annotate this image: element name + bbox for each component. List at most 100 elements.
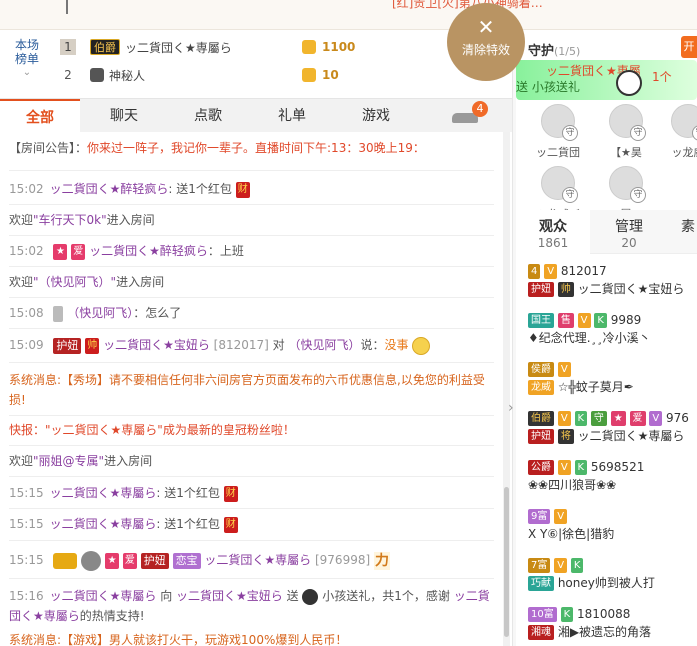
love-badge: 恋宝 bbox=[172, 552, 201, 569]
rank-label[interactable]: 本场 榜单 ⌄ bbox=[12, 38, 42, 80]
message-username[interactable]: "丽姐@专属" bbox=[33, 454, 104, 468]
gift-text: 小孩送礼，共1个，感谢 bbox=[322, 589, 450, 603]
rank-username[interactable]: 神秘人 bbox=[109, 67, 145, 84]
audience-list: 4 V 812017 护妞 帅 ッ二貨団く★宝妞ら 国王 售 V K 9989 … bbox=[516, 254, 697, 646]
audience-row-name[interactable]: 巧献 honey帅到被人打 bbox=[528, 574, 697, 592]
chevron-right-icon[interactable]: › bbox=[508, 400, 514, 416]
audience-row[interactable]: 9富 V bbox=[528, 507, 697, 525]
rank-coins: 10 bbox=[322, 68, 339, 82]
fan-badge: 护妞 bbox=[528, 282, 554, 297]
message-time: 15:15 bbox=[9, 553, 44, 567]
message-username[interactable]: ッ二貨団く★醉轻疯ら bbox=[50, 182, 169, 196]
message-username[interactable]: ッ二貨団く★専屬ら bbox=[204, 553, 311, 567]
chat-scrollbar[interactable] bbox=[503, 132, 510, 646]
gift-message: 15:16 ッ二貨団く★専屬ら 向 ッ二貨団く★宝妞ら 送 小孩送礼，共1个，感谢… bbox=[9, 586, 494, 626]
red-envelope-icon: 财 bbox=[235, 181, 250, 198]
chevron-down-icon[interactable]: ⌄ bbox=[12, 66, 42, 80]
message-username[interactable]: ッ二貨団く★宝妞ら bbox=[103, 338, 210, 352]
guard-avatar[interactable]: 守 【★昊 bbox=[602, 104, 650, 160]
tab-more-label: 素 bbox=[681, 219, 695, 235]
audience-row-name[interactable]: X Y⑥|徐色|猎豹 bbox=[528, 525, 697, 543]
audience-username: honey帅到被人打 bbox=[557, 576, 655, 590]
guard-icon: 帅 bbox=[557, 282, 574, 297]
message-username[interactable]: ッ二貨団く★醉轻疯ら bbox=[89, 244, 208, 258]
fan-badge: 护妞 bbox=[140, 552, 169, 569]
chat-message: 欢迎"车行天下0k"进入房间 bbox=[9, 210, 494, 230]
news-user[interactable]: "ッ二貨団く★専屬ら" bbox=[45, 423, 163, 437]
scrollbar-thumb[interactable] bbox=[504, 487, 509, 637]
audience-row[interactable]: 7富 V K bbox=[528, 556, 697, 574]
audience-username: 湘▶被遗忘的角落 bbox=[557, 625, 652, 639]
message-target[interactable]: （快见阿飞） bbox=[289, 338, 361, 352]
tab-games[interactable]: 游戏 bbox=[336, 99, 416, 133]
k-icon: K bbox=[574, 411, 588, 426]
tab-admins[interactable]: 管理 20 bbox=[592, 210, 666, 254]
avatar: 守 bbox=[541, 166, 578, 203]
message-username[interactable]: ッ二貨団く★専屬ら bbox=[50, 517, 157, 531]
message-username[interactable]: ッ二貨団く★専屬ら bbox=[50, 589, 157, 603]
star-icon: ★ bbox=[53, 243, 68, 260]
audience-row[interactable]: 公爵 V K 5698521 bbox=[528, 458, 697, 476]
rank-coins: 1100 bbox=[322, 40, 356, 54]
message-username[interactable]: （快见阿飞） bbox=[67, 306, 133, 320]
audience-row-name[interactable]: 湘魂 湘▶被遗忘的角落 bbox=[528, 623, 697, 641]
car-count-badge: 4 bbox=[472, 101, 488, 117]
vip-icon: V bbox=[544, 264, 558, 279]
message-username[interactable]: "（快见阿飞）" bbox=[33, 275, 116, 289]
message-connector: 送 bbox=[286, 589, 299, 603]
audience-row-name[interactable]: ♦纪念代理.¸¸冷小溪丶 bbox=[528, 329, 697, 347]
vip-icon: V bbox=[554, 509, 568, 524]
chat-message: 15:15 ッ二貨団く★専屬ら: 送1个红包 财 bbox=[9, 514, 494, 534]
rank-username[interactable]: ッ二貨団く★専屬ら bbox=[125, 39, 232, 56]
level-badge: 10富 bbox=[528, 607, 557, 622]
clear-effects-button[interactable]: ✕ 清除特效 bbox=[447, 3, 525, 81]
audience-username: ♦纪念代理.¸¸冷小溪丶 bbox=[528, 331, 651, 345]
divider bbox=[9, 297, 494, 298]
audience-row[interactable]: 伯爵 V K 守 ★ 爱 V 976 bbox=[528, 409, 697, 427]
rank-row[interactable]: 1 伯爵 ッ二貨団く★専屬ら 1100 bbox=[60, 34, 500, 60]
tab-song-request[interactable]: 点歌 bbox=[168, 99, 248, 133]
open-guard-button[interactable]: 开 bbox=[681, 36, 697, 58]
message-time: 15:08 bbox=[9, 306, 44, 320]
tab-all[interactable]: 全部 bbox=[0, 99, 80, 133]
tab-gift-list[interactable]: 礼单 bbox=[252, 99, 332, 133]
chat-message: 15:15 ★ 爱 护妞 恋宝 ッ二貨団く★専屬ら [976998] 力 bbox=[9, 550, 494, 571]
news-message: 快报："ッ二貨団く★専屬ら"成为最新的皇冠粉丝啦！ bbox=[9, 420, 494, 440]
guard-title-text: 守护 bbox=[528, 44, 555, 59]
vip-icon: V bbox=[554, 558, 568, 573]
message-text: 力 bbox=[373, 551, 390, 570]
heart-icon: 爱 bbox=[629, 411, 646, 426]
rank-panel: 本场 榜单 ⌄ 1 伯爵 ッ二貨団く★専屬ら 1100 2 神秘人 10 bbox=[0, 30, 512, 92]
audience-row[interactable]: 10富 K 1810088 bbox=[528, 605, 697, 623]
audience-username: X Y⑥|徐色|猎豹 bbox=[528, 527, 615, 541]
audience-row-name[interactable]: ❀❀四川狼哥❀❀ bbox=[528, 476, 697, 494]
tab-audience[interactable]: 观众 1861 bbox=[516, 210, 590, 254]
tab-more[interactable]: 素 bbox=[668, 210, 697, 254]
level-badge: 国王 bbox=[528, 313, 554, 328]
guard-avatar[interactable]: 守 ッ二貨団 bbox=[534, 104, 582, 160]
message-target[interactable]: ッ二貨団く★宝妞ら bbox=[176, 589, 283, 603]
vip-icon: V bbox=[577, 313, 591, 328]
divider bbox=[9, 415, 494, 416]
message-username[interactable]: ッ二貨団く★専屬ら bbox=[50, 486, 157, 500]
audience-row-name[interactable]: 护妞 帅 ッ二貨団く★宝妞ら bbox=[528, 280, 697, 298]
message-username[interactable]: "车行天下0k" bbox=[33, 213, 107, 227]
k-icon: K bbox=[594, 313, 607, 328]
rank-row[interactable]: 2 神秘人 10 bbox=[60, 62, 500, 88]
guard-avatar[interactable]: 守 ッ龙威 bbox=[664, 104, 697, 160]
tab-chat[interactable]: 聊天 bbox=[84, 99, 164, 133]
fan-badge: 湘魂 bbox=[528, 625, 554, 640]
rank-number: 2 bbox=[64, 68, 72, 82]
audience-row[interactable]: 侯爵 V bbox=[528, 360, 697, 378]
divider bbox=[9, 362, 494, 363]
audience-row-name[interactable]: 龙威 ☆╬蚊子莫月✒ bbox=[528, 378, 697, 396]
guard-shield-icon: 守 bbox=[630, 125, 646, 141]
level-badge: 伯爵 bbox=[528, 411, 554, 426]
divider bbox=[9, 508, 494, 509]
audience-row[interactable]: 国王 售 V K 9989 bbox=[528, 311, 697, 329]
level-badge: 4 bbox=[528, 264, 541, 279]
audience-row-name[interactable]: 护妞 将 ッ二貨団く★専屬ら bbox=[528, 427, 697, 445]
audience-row[interactable]: 4 V 812017 bbox=[528, 262, 697, 280]
avatar: 守 bbox=[609, 104, 646, 141]
avatar: 守 bbox=[609, 166, 646, 203]
